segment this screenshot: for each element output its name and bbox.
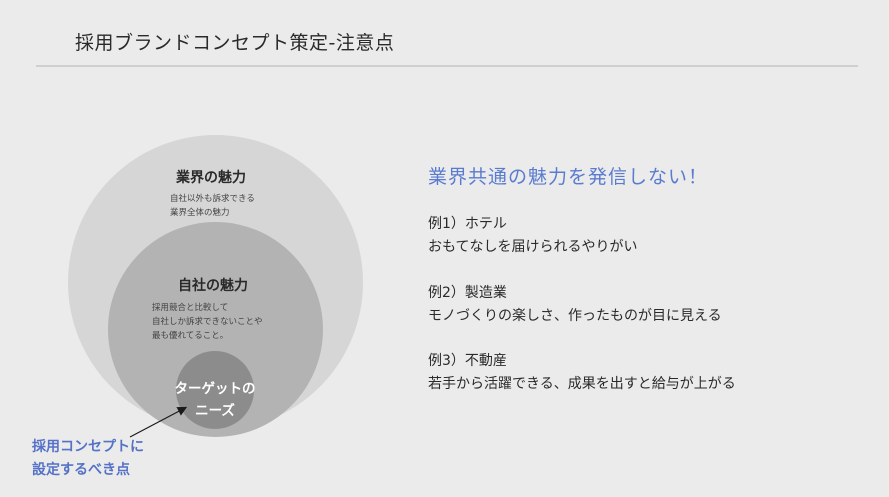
example-1-text: おもてなしを届けられるやりがい (428, 239, 638, 255)
example-3-text: 若手から活躍できる、成果を出すと給与が上がる (428, 376, 736, 392)
example-1: 例1）ホテル おもてなしを届けられるやりがい (428, 213, 637, 259)
example-2: 例2）製造業 モノづくりの楽しさ、作ったものが目に見える (428, 282, 722, 328)
example-1-title: 例1）ホテル (428, 216, 507, 232)
concept-note-line-2: 設定するべき点 (32, 462, 130, 478)
example-3-title: 例3）不動産 (428, 353, 507, 369)
concept-note-line-1: 採用コンセプトに (32, 439, 144, 455)
example-3: 例3）不動産 若手から活躍できる、成果を出すと給与が上がる (428, 350, 736, 396)
concept-note: 採用コンセプトに 設定するべき点 (32, 436, 144, 482)
headline: 業界共通の魅力を発信しない！ (428, 166, 709, 188)
example-2-title: 例2）製造業 (428, 285, 507, 301)
example-2-text: モノづくりの楽しさ、作ったものが目に見える (428, 308, 722, 324)
